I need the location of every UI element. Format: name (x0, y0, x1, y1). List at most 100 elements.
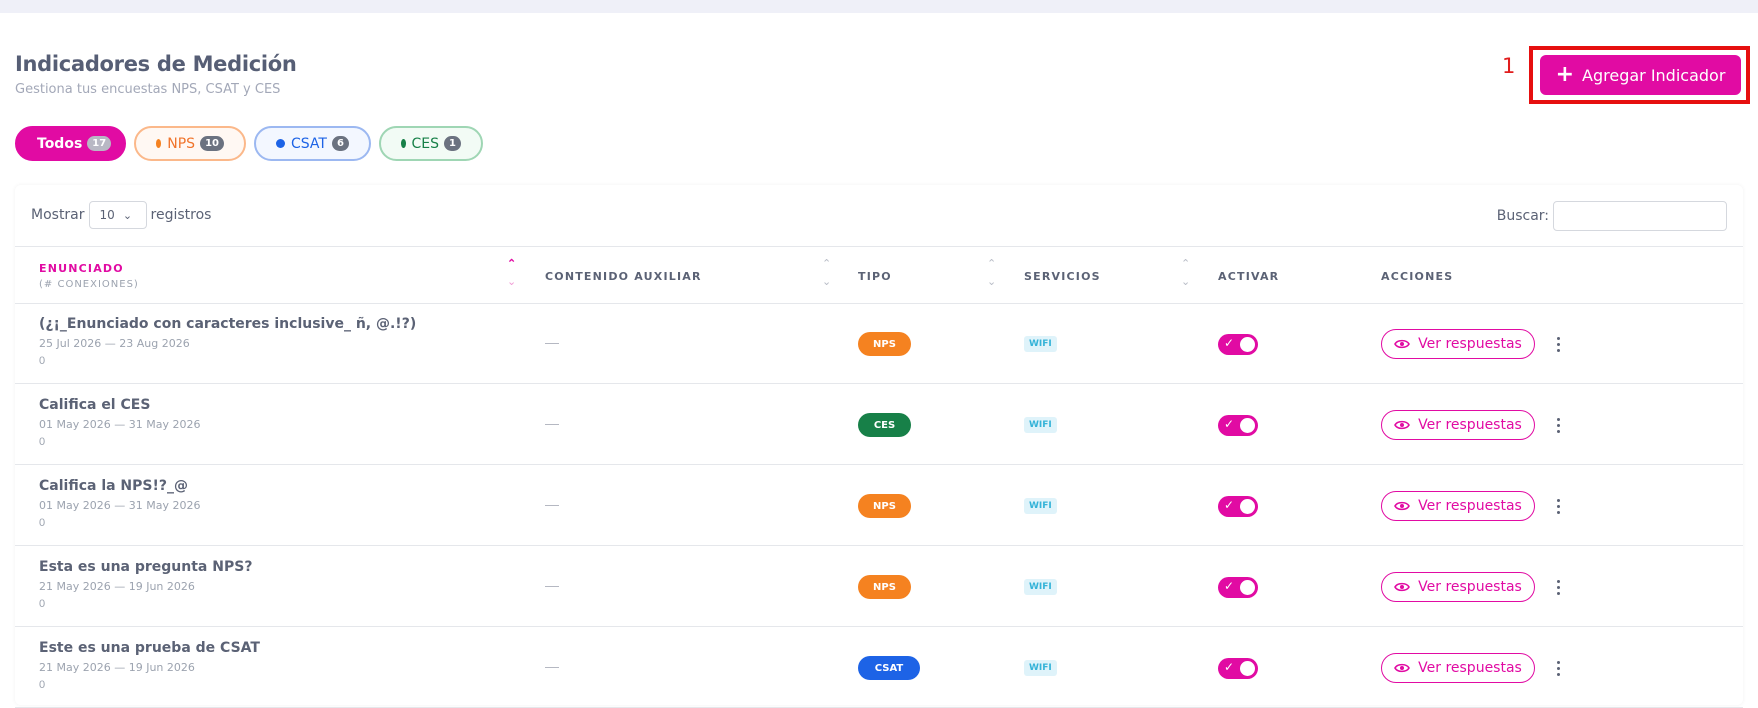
records-label: registros (150, 207, 212, 223)
view-responses-button[interactable]: Ver respuestas (1381, 329, 1535, 359)
plus-icon: + (1555, 62, 1575, 87)
filter-chip-csat[interactable]: CSAT 6 (254, 126, 371, 161)
filter-chip-label: CSAT (291, 135, 327, 152)
row-title: (¿¡_Enunciado con caracteres inclusive_ … (39, 316, 417, 332)
row-dates: 01 May 2026 — 31 May 2026 (39, 418, 201, 431)
view-responses-label: Ver respuestas (1418, 660, 1522, 676)
row-connections: 0 (39, 598, 46, 610)
eye-icon (1394, 420, 1411, 430)
table-row: Este es una prueba de CSAT 21 May 2026 —… (15, 628, 1743, 708)
page-size-value: 10 (99, 208, 115, 222)
column-header-contenido[interactable]: CONTENIDO AUXILIAR (545, 247, 702, 305)
table-row: (¿¡_Enunciado con caracteres inclusive_ … (15, 304, 1743, 384)
type-badge: CES (858, 413, 911, 437)
check-icon: ✓ (1224, 417, 1235, 431)
column-header-label: SERVICIOS (1024, 269, 1101, 283)
view-responses-button[interactable]: Ver respuestas (1381, 653, 1535, 683)
filter-chip-label: Todos (37, 135, 83, 152)
enunciado-cell: Califica el CES 01 May 2026 — 31 May 202… (39, 397, 200, 448)
table-row: Esta es una pregunta NPS? 21 May 2026 — … (15, 547, 1743, 627)
table-row: Califica el CES 01 May 2026 — 31 May 202… (15, 385, 1743, 465)
search-control: Buscar: (1497, 201, 1727, 231)
more-options-icon[interactable] (1553, 577, 1563, 597)
sort-servicios-icon[interactable]: ⌃ ⌄ (1181, 255, 1190, 291)
column-header-activar: ACTIVAR (1218, 247, 1279, 305)
enunciado-cell: (¿¡_Enunciado con caracteres inclusive_ … (39, 316, 416, 367)
column-header-tipo[interactable]: TIPO (858, 247, 892, 305)
aux-content: — (545, 496, 559, 512)
row-dates: 21 May 2026 — 19 Jun 2026 (39, 580, 195, 593)
eye-icon (1394, 663, 1411, 673)
row-title: Este es una prueba de CSAT (39, 640, 260, 656)
page-size-select[interactable]: 10 ⌄ (88, 201, 147, 229)
filter-chip-nps[interactable]: NPS 10 (134, 126, 246, 161)
column-header-servicios[interactable]: SERVICIOS (1024, 247, 1101, 305)
column-header-label: ACCIONES (1381, 269, 1454, 283)
view-responses-label: Ver respuestas (1418, 417, 1522, 433)
filter-chip-all[interactable]: Todos 17 (15, 126, 126, 161)
more-options-icon[interactable] (1553, 496, 1563, 516)
enunciado-cell: Esta es una pregunta NPS? 21 May 2026 — … (39, 559, 252, 610)
sort-contenido-icon[interactable]: ⌃ ⌄ (822, 255, 831, 291)
ces-dot-icon (401, 139, 406, 148)
row-dates: 25 Jul 2026 — 23 Aug 2026 (39, 337, 190, 350)
enunciado-cell: Este es una prueba de CSAT 21 May 2026 —… (39, 640, 260, 691)
more-options-icon[interactable] (1553, 415, 1563, 435)
sort-tipo-icon[interactable]: ⌃ ⌄ (987, 255, 996, 291)
column-header-label: ACTIVAR (1218, 269, 1280, 283)
column-header-sublabel: (# CONEXIONES) (39, 279, 139, 290)
column-header-label: CONTENIDO AUXILIAR (545, 269, 702, 283)
add-indicator-button[interactable]: + Agregar Indicador (1540, 55, 1741, 95)
check-icon: ✓ (1224, 579, 1235, 593)
enunciado-cell: Califica la NPS!?_@ 01 May 2026 — 31 May… (39, 478, 200, 529)
activate-toggle[interactable]: ✓ (1218, 334, 1258, 355)
row-title: Califica el CES (39, 397, 151, 413)
row-title: Califica la NPS!?_@ (39, 478, 189, 494)
more-options-icon[interactable] (1553, 334, 1563, 354)
view-responses-label: Ver respuestas (1418, 579, 1522, 595)
type-badge: NPS (858, 575, 911, 599)
sort-enunciado-icon[interactable]: ⌃ ⌄ (507, 255, 516, 291)
service-badge: WIFI (1024, 660, 1057, 676)
view-responses-button[interactable]: Ver respuestas (1381, 410, 1535, 440)
page-subtitle: Gestiona tus encuestas NPS, CSAT y CES (15, 82, 281, 97)
filter-chip-count: 6 (331, 136, 349, 151)
page-size-control: Mostrar 10 ⌄ registros (31, 201, 211, 229)
view-responses-button[interactable]: Ver respuestas (1381, 491, 1535, 521)
activate-toggle[interactable]: ✓ (1218, 496, 1258, 517)
nps-dot-icon (156, 139, 162, 148)
chevron-down-icon: ⌄ (122, 208, 133, 222)
row-dates: 21 May 2026 — 19 Jun 2026 (39, 661, 195, 674)
annotation-number: 1 (1502, 54, 1516, 78)
activate-toggle[interactable]: ✓ (1218, 415, 1258, 436)
add-indicator-label: Agregar Indicador (1582, 65, 1726, 85)
type-badge: NPS (858, 494, 911, 518)
type-badge: CSAT (858, 656, 920, 680)
more-options-icon[interactable] (1553, 658, 1563, 678)
search-input[interactable] (1553, 201, 1727, 231)
row-dates: 01 May 2026 — 31 May 2026 (39, 499, 201, 512)
activate-toggle[interactable]: ✓ (1218, 577, 1258, 598)
service-badge: WIFI (1024, 336, 1057, 352)
eye-icon (1394, 501, 1411, 511)
filter-chip-ces[interactable]: CES 1 (379, 126, 483, 161)
filter-chip-count: 10 (200, 136, 224, 151)
column-header-enunciado[interactable]: ENUNCIADO (# CONEXIONES) (39, 247, 139, 305)
csat-dot-icon (276, 139, 285, 148)
show-label: Mostrar (31, 207, 85, 223)
row-connections: 0 (39, 355, 46, 367)
view-responses-label: Ver respuestas (1418, 336, 1522, 352)
check-icon: ✓ (1224, 498, 1235, 512)
filter-chip-count: 17 (87, 136, 112, 151)
activate-toggle[interactable]: ✓ (1218, 658, 1258, 679)
view-responses-button[interactable]: Ver respuestas (1381, 572, 1535, 602)
service-badge: WIFI (1024, 498, 1057, 514)
check-icon: ✓ (1224, 660, 1235, 674)
column-header-acciones: ACCIONES (1381, 247, 1453, 305)
aux-content: — (545, 577, 559, 593)
filter-chip-label: CES (411, 135, 440, 152)
table-header: ENUNCIADO (# CONEXIONES) ⌃ ⌄ CONTENIDO AU… (15, 246, 1743, 304)
service-badge: WIFI (1024, 417, 1057, 433)
search-label: Buscar: (1496, 208, 1549, 224)
column-header-label: ENUNCIADO (39, 262, 124, 275)
